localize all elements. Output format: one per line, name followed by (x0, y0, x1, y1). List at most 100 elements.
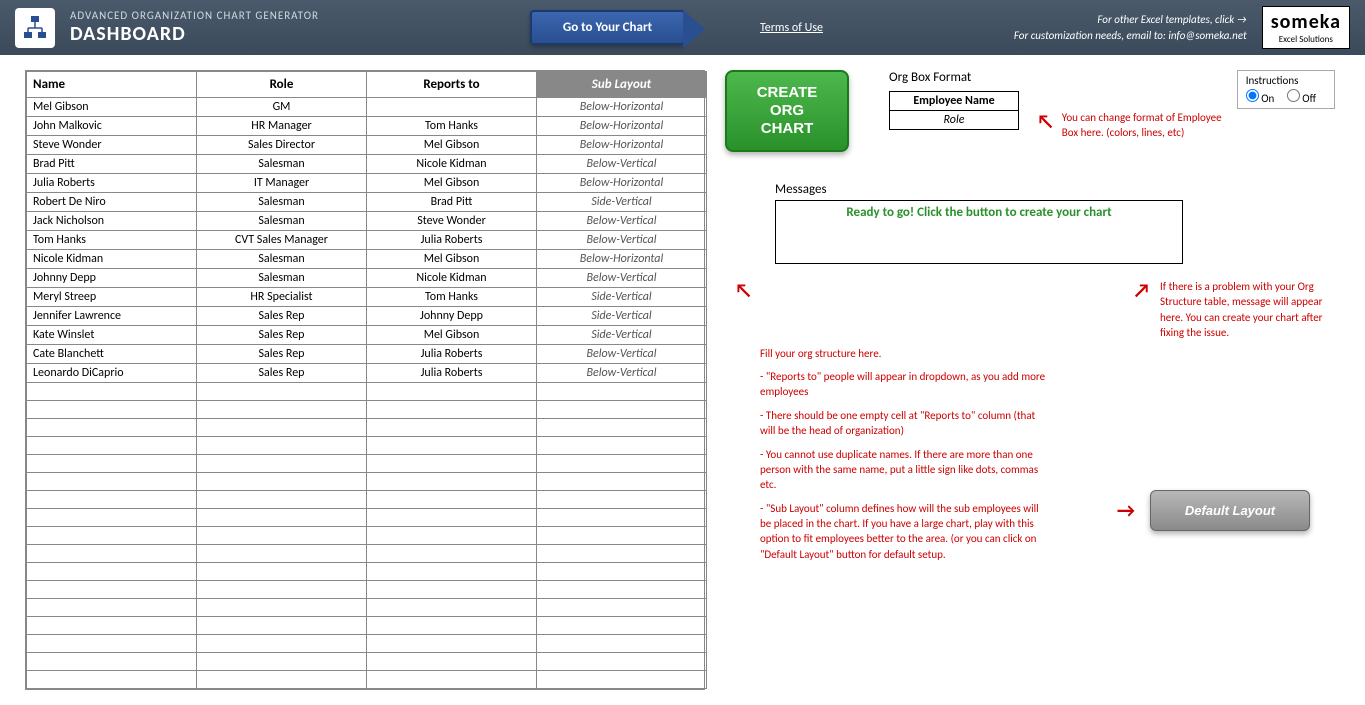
cell-name[interactable] (27, 653, 197, 671)
table-row[interactable]: Mel GibsonGM Below-Horizontal (27, 98, 707, 117)
cell-reports_to[interactable]: Julia Roberts (367, 364, 537, 383)
cell-sub_layout[interactable] (537, 545, 707, 563)
cell-reports_to[interactable] (367, 491, 537, 509)
table-row[interactable]: Julia RobertsIT ManagerMel GibsonBelow-H… (27, 174, 707, 193)
cell-reports_to[interactable] (367, 545, 537, 563)
cell-reports_to[interactable] (367, 98, 537, 117)
cell-role[interactable]: Salesman (197, 250, 367, 269)
cell-name[interactable] (27, 563, 197, 581)
cell-sub_layout[interactable] (537, 581, 707, 599)
cell-reports_to[interactable]: Steve Wonder (367, 212, 537, 231)
table-row[interactable] (27, 383, 707, 401)
cell-reports_to[interactable] (367, 635, 537, 653)
table-row[interactable] (27, 581, 707, 599)
instructions-on[interactable]: On (1246, 92, 1275, 105)
cell-role[interactable] (197, 473, 367, 491)
cell-role[interactable]: Sales Rep (197, 364, 367, 383)
cell-reports_to[interactable]: Julia Roberts (367, 345, 537, 364)
cell-name[interactable] (27, 383, 197, 401)
table-row[interactable] (27, 653, 707, 671)
table-row[interactable] (27, 599, 707, 617)
cell-sub_layout[interactable] (537, 509, 707, 527)
cell-name[interactable]: Brad Pitt (27, 155, 197, 174)
cell-sub_layout[interactable] (537, 563, 707, 581)
terms-of-use-link[interactable]: Terms of Use (760, 21, 823, 35)
cell-name[interactable]: Jack Nicholson (27, 212, 197, 231)
org-box-preview[interactable]: Employee Name Role (889, 91, 1019, 130)
cell-sub_layout[interactable] (537, 491, 707, 509)
go-to-chart-button[interactable]: Go to Your Chart (530, 10, 685, 45)
cell-reports_to[interactable] (367, 671, 537, 689)
cell-name[interactable] (27, 401, 197, 419)
table-row[interactable]: Steve WonderSales DirectorMel GibsonBelo… (27, 136, 707, 155)
cell-role[interactable] (197, 401, 367, 419)
cell-role[interactable] (197, 581, 367, 599)
cell-role[interactable]: HR Manager (197, 117, 367, 136)
cell-sub_layout[interactable]: Below-Horizontal (537, 136, 707, 155)
cell-name[interactable]: Leonardo DiCaprio (27, 364, 197, 383)
cell-sub_layout[interactable]: Below-Horizontal (537, 174, 707, 193)
cell-sub_layout[interactable]: Below-Vertical (537, 212, 707, 231)
cell-role[interactable]: Salesman (197, 193, 367, 212)
cell-role[interactable] (197, 437, 367, 455)
cell-sub_layout[interactable]: Below-Horizontal (537, 98, 707, 117)
table-row[interactable]: Tom HanksCVT Sales ManagerJulia RobertsB… (27, 231, 707, 250)
table-row[interactable] (27, 509, 707, 527)
cell-reports_to[interactable]: Brad Pitt (367, 193, 537, 212)
table-row[interactable] (27, 545, 707, 563)
cell-role[interactable]: Sales Rep (197, 326, 367, 345)
cell-sub_layout[interactable]: Below-Horizontal (537, 117, 707, 136)
cell-name[interactable]: Jennifer Lawrence (27, 307, 197, 326)
cell-role[interactable]: Sales Rep (197, 307, 367, 326)
cell-sub_layout[interactable] (537, 599, 707, 617)
cell-name[interactable]: Steve Wonder (27, 136, 197, 155)
table-row[interactable]: Jack NicholsonSalesmanSteve WonderBelow-… (27, 212, 707, 231)
cell-sub_layout[interactable]: Below-Horizontal (537, 250, 707, 269)
table-row[interactable] (27, 473, 707, 491)
cell-role[interactable]: CVT Sales Manager (197, 231, 367, 250)
cell-name[interactable] (27, 473, 197, 491)
cell-reports_to[interactable] (367, 383, 537, 401)
cell-sub_layout[interactable] (537, 419, 707, 437)
table-row[interactable]: Meryl StreepHR SpecialistTom HanksSide-V… (27, 288, 707, 307)
cell-role[interactable] (197, 419, 367, 437)
cell-reports_to[interactable] (367, 617, 537, 635)
cell-name[interactable]: Johnny Depp (27, 269, 197, 288)
cell-sub_layout[interactable]: Below-Vertical (537, 231, 707, 250)
table-row[interactable] (27, 419, 707, 437)
cell-role[interactable] (197, 509, 367, 527)
cell-name[interactable]: Julia Roberts (27, 174, 197, 193)
table-row[interactable] (27, 635, 707, 653)
table-row[interactable]: Brad PittSalesmanNicole KidmanBelow-Vert… (27, 155, 707, 174)
cell-reports_to[interactable]: Mel Gibson (367, 136, 537, 155)
table-row[interactable] (27, 671, 707, 689)
cell-role[interactable]: Sales Director (197, 136, 367, 155)
cell-name[interactable] (27, 545, 197, 563)
cell-name[interactable]: Mel Gibson (27, 98, 197, 117)
cell-role[interactable] (197, 635, 367, 653)
cell-reports_to[interactable] (367, 509, 537, 527)
cell-name[interactable] (27, 581, 197, 599)
cell-role[interactable] (197, 455, 367, 473)
cell-sub_layout[interactable]: Side-Vertical (537, 307, 707, 326)
table-row[interactable] (27, 617, 707, 635)
cell-sub_layout[interactable] (537, 383, 707, 401)
cell-reports_to[interactable] (367, 599, 537, 617)
cell-role[interactable]: Sales Rep (197, 345, 367, 364)
table-row[interactable]: Robert De NiroSalesmanBrad PittSide-Vert… (27, 193, 707, 212)
table-row[interactable]: Cate BlanchettSales RepJulia RobertsBelo… (27, 345, 707, 364)
cell-reports_to[interactable]: Johnny Depp (367, 307, 537, 326)
cell-role[interactable]: GM (197, 98, 367, 117)
cell-role[interactable] (197, 383, 367, 401)
cell-name[interactable] (27, 437, 197, 455)
cell-reports_to[interactable]: Julia Roberts (367, 231, 537, 250)
table-row[interactable]: Kate WinsletSales RepMel GibsonSide-Vert… (27, 326, 707, 345)
table-row[interactable]: John MalkovicHR ManagerTom HanksBelow-Ho… (27, 117, 707, 136)
default-layout-button[interactable]: Default Layout (1150, 490, 1310, 531)
cell-name[interactable]: Kate Winslet (27, 326, 197, 345)
org-structure-table[interactable]: Name Role Reports to Sub Layout Mel Gibs… (25, 70, 705, 690)
cell-sub_layout[interactable] (537, 671, 707, 689)
cell-reports_to[interactable]: Nicole Kidman (367, 155, 537, 174)
cell-sub_layout[interactable] (537, 527, 707, 545)
cell-name[interactable]: Robert De Niro (27, 193, 197, 212)
